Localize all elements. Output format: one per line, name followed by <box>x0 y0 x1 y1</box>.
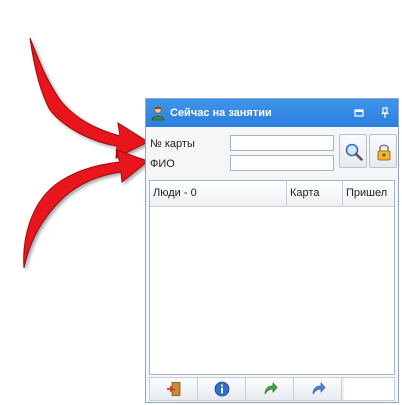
card-number-input[interactable] <box>230 135 334 151</box>
redo-green-button[interactable] <box>246 378 294 400</box>
panel-titlebar[interactable]: Сейчас на занятии <box>146 99 398 127</box>
redo-blue-button[interactable] <box>294 378 342 400</box>
user-icon <box>150 105 166 121</box>
full-name-input[interactable] <box>230 155 334 171</box>
full-name-label: ФИО <box>150 158 175 170</box>
column-header-people[interactable]: Люди - 0 <box>150 181 287 206</box>
bottom-toolbar <box>149 377 395 401</box>
red-arrow-icon <box>23 149 150 269</box>
lock-button[interactable] <box>369 134 397 168</box>
pin-icon[interactable] <box>378 106 392 120</box>
window-restore-icon[interactable] <box>352 106 366 120</box>
search-button[interactable] <box>339 134 367 168</box>
red-arrow-icon <box>29 37 150 159</box>
card-number-label: № карты <box>150 138 195 150</box>
table-header: Люди - 0 Карта Пришел <box>150 181 394 207</box>
column-header-card[interactable]: Карта <box>287 181 343 206</box>
exit-button[interactable] <box>150 378 198 400</box>
info-button[interactable] <box>198 378 246 400</box>
now-in-class-panel: Сейчас на занятии № карты ФИО Люди - 0 К… <box>145 98 399 403</box>
toolbar-blank-area <box>344 378 394 400</box>
attendees-table[interactable]: Люди - 0 Карта Пришел <box>149 180 395 375</box>
panel-title: Сейчас на занятии <box>170 107 272 119</box>
column-header-arrived[interactable]: Пришел <box>343 181 394 206</box>
